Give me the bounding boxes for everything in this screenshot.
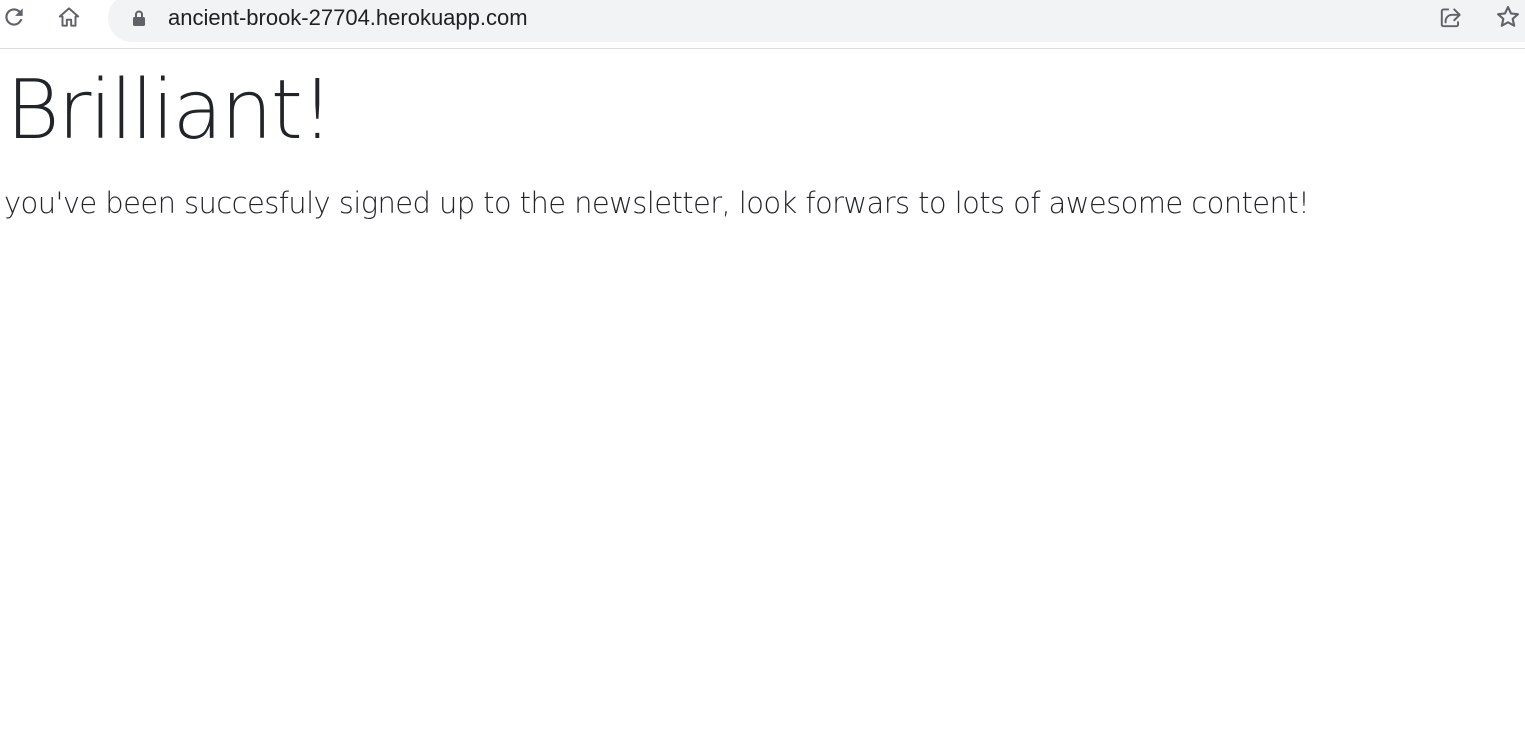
- star-icon[interactable]: [1494, 3, 1522, 31]
- share-icon[interactable]: [1437, 3, 1465, 31]
- reload-icon[interactable]: [0, 3, 28, 31]
- url-text[interactable]: ancient-brook-27704.herokuapp.com: [168, 4, 528, 32]
- page-content: Brilliant! you've been succesfuly signed…: [0, 49, 1525, 731]
- lock-icon[interactable]: [129, 8, 149, 28]
- browser-toolbar: ancient-brook-27704.herokuapp.com: [0, 0, 1525, 49]
- home-icon[interactable]: [55, 3, 83, 31]
- confirmation-message: you've been succesfuly signed up to the …: [4, 186, 1310, 220]
- page-heading: Brilliant!: [6, 63, 334, 158]
